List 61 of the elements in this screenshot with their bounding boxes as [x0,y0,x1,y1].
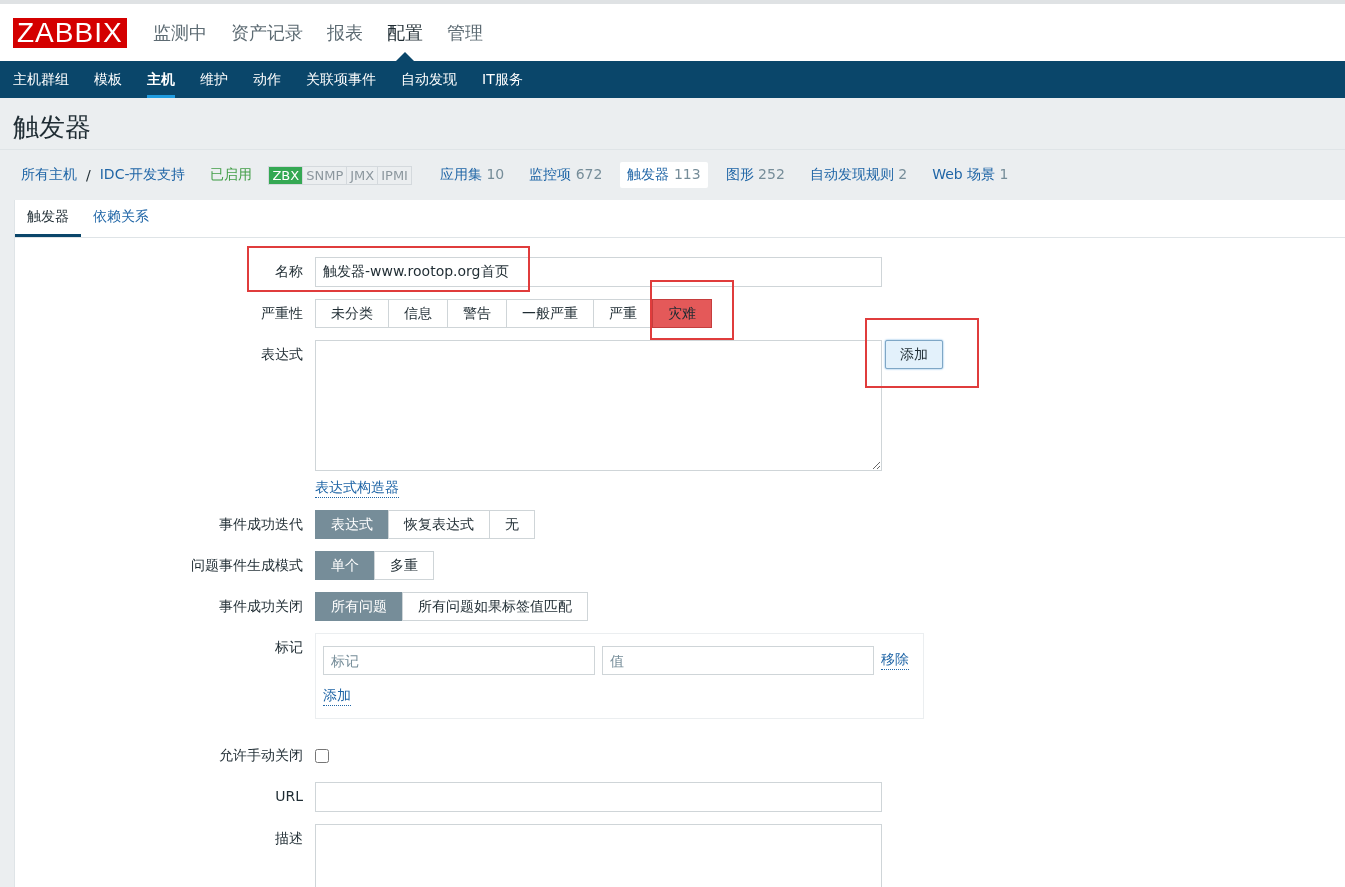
sub-menu-item[interactable]: 主机群组 [13,61,69,98]
value-input-field[interactable]: 值 [602,646,874,675]
severity-option[interactable]: 警告 [447,299,507,328]
host-section-link[interactable]: 自动发现规则 2 [802,162,915,188]
field-label: 名称 [275,262,303,281]
host-section-link[interactable]: 图形 252 [718,162,792,188]
field-label: 允许手动关闭 [219,746,303,765]
radio-option[interactable]: 无 [489,510,535,539]
main-menu-item[interactable]: 报表 [326,4,363,61]
host-status: 已启用 [210,166,253,184]
description-input-field[interactable] [315,824,882,887]
main-menu-item[interactable]: 监测中 [152,4,207,61]
form-tab[interactable]: 触发器 [15,200,81,237]
field-label: 严重性 [261,304,303,323]
field-label: 表达式 [261,345,303,364]
severity-option[interactable]: 灾难 [652,299,712,328]
severity-option[interactable]: 信息 [388,299,448,328]
host-section-link[interactable]: 应用集 10 [432,162,512,188]
host-section-link[interactable]: Web 场景 1 [925,162,1016,188]
expression-input-field[interactable] [315,340,882,471]
add-button[interactable]: 添加 [885,340,943,369]
sub-menu-item[interactable]: IT服务 [482,61,523,98]
severity-option[interactable]: 一般严重 [506,299,594,328]
remove-link[interactable]: 移除 [881,651,909,670]
sub-menu-item[interactable]: 自动发现 [401,61,457,98]
severity-option[interactable]: 未分类 [315,299,389,328]
breadcrumb-separator: / [86,167,91,183]
sub-menu-item[interactable]: 动作 [253,61,281,98]
field-label: 事件成功迭代 [219,515,303,534]
field-label: URL [275,787,303,806]
zabbix-logo[interactable]: ZABBIX [13,17,127,48]
radio-option[interactable]: 恢复表达式 [388,510,490,539]
sub-menu-item[interactable]: 模板 [94,61,122,98]
main-menu-item[interactable]: 管理 [446,4,483,61]
sub-menu-item[interactable]: 维护 [200,61,228,98]
sub-menu-item[interactable]: 关联项事件 [306,61,376,98]
host-section-link[interactable]: 监控项 672 [522,162,610,188]
availability-label: JMX [346,166,378,184]
main-menu-item[interactable]: 资产记录 [230,4,303,61]
breadcrumb-link[interactable]: 所有主机 [21,166,77,184]
radio-option[interactable]: 所有问题如果标签值匹配 [402,592,588,621]
radio-option[interactable]: 多重 [374,551,434,580]
field-label: 标记 [275,638,303,657]
field-label: 问题事件生成模式 [191,556,303,575]
name-input-field[interactable]: 触发器-www.rootop.org首页 [315,257,882,287]
tag-input-field[interactable]: 标记 [323,646,595,675]
field-label: 事件成功关闭 [219,597,303,616]
host-section-link[interactable]: 触发器 113 [620,162,708,188]
availability-label: ZBX [269,166,303,184]
form-tab[interactable]: 依赖关系 [81,200,161,237]
severity-option[interactable]: 严重 [593,299,653,328]
page-title: 触发器 [0,98,1345,150]
breadcrumb-link[interactable]: IDC-开发支持 [99,166,186,184]
url-input-field[interactable] [315,782,882,812]
add-tag-link[interactable]: 添加 [323,687,351,706]
manual-close-checkbox[interactable] [315,749,329,763]
availability-label: IPMI [377,166,411,184]
availability-label: SNMP [302,166,347,184]
field-label: 描述 [275,829,303,848]
expression-builder-link[interactable]: 表达式构造器 [315,479,399,498]
sub-menu-item[interactable]: 主机 [147,61,175,98]
